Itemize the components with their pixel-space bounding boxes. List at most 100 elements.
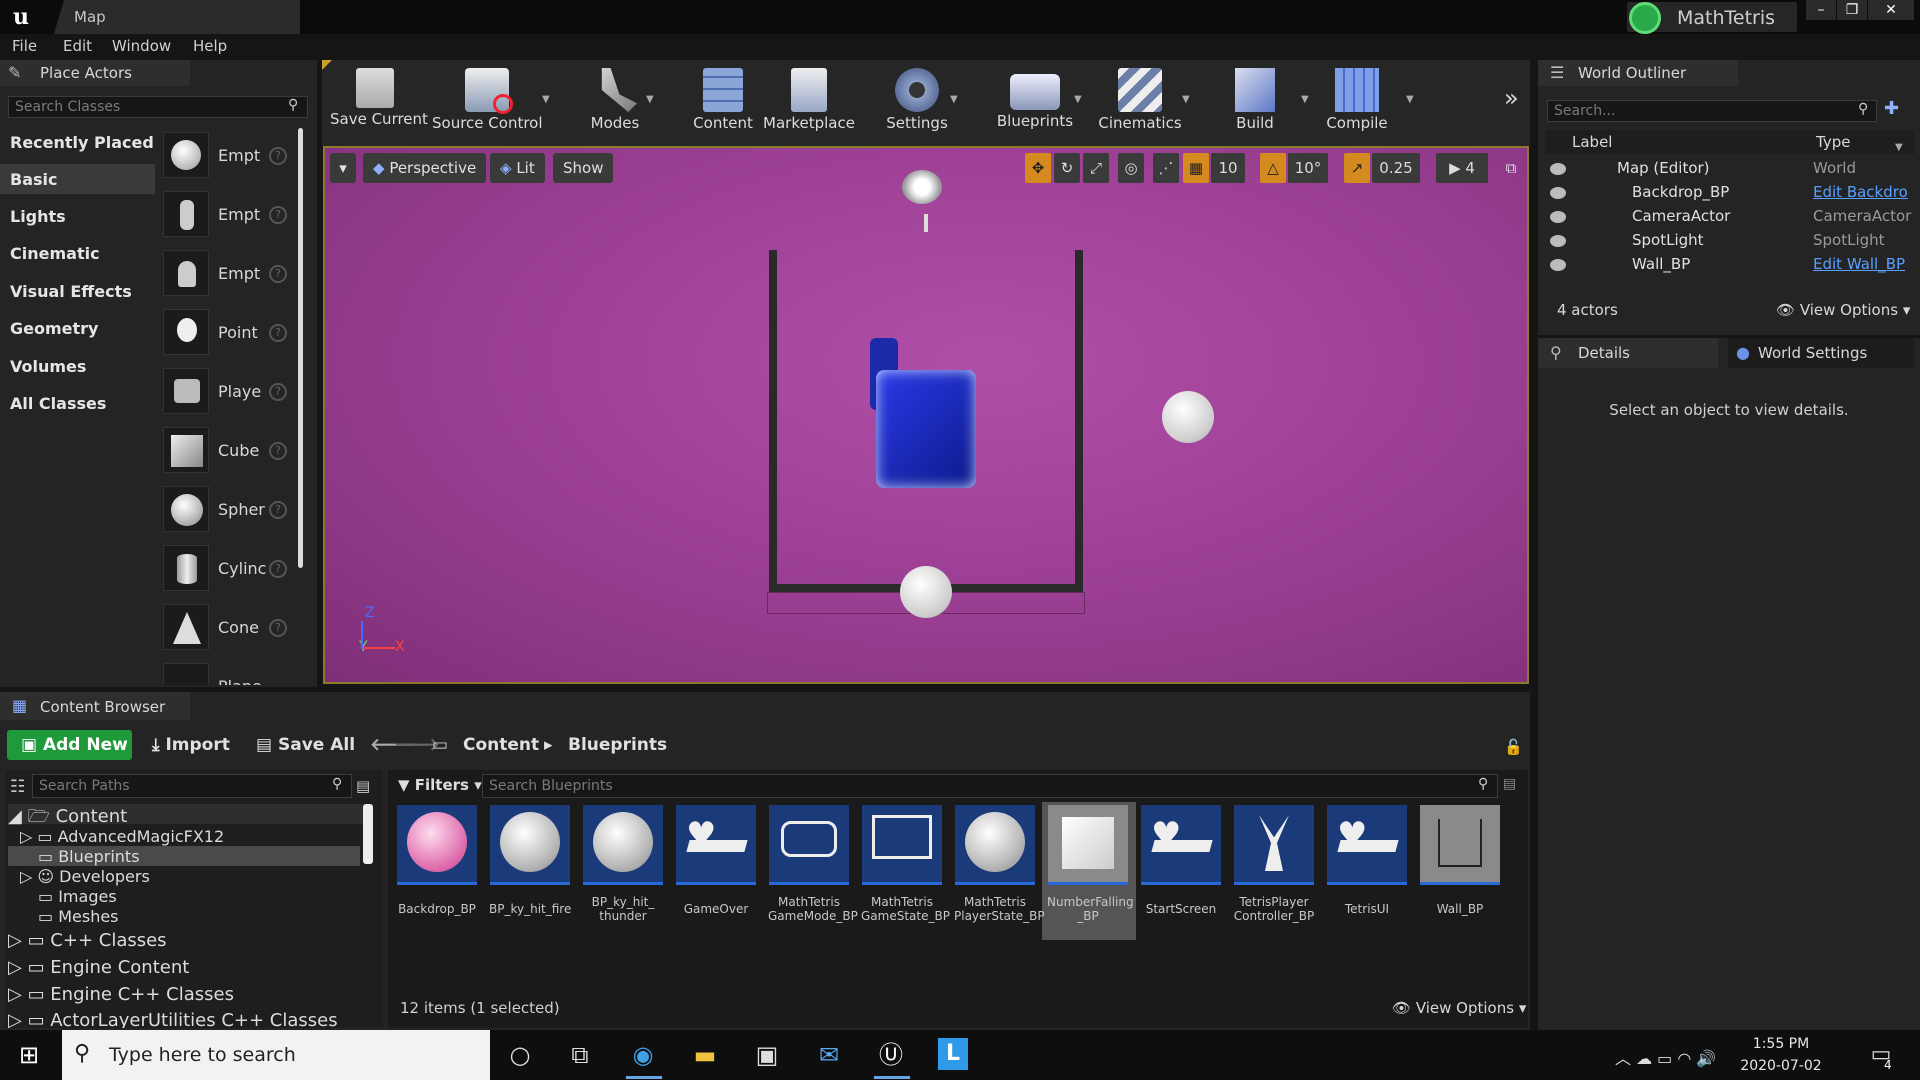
scale-snap-value[interactable]: 0.25 (1372, 153, 1420, 183)
taskbar-search-box[interactable]: ⚲ Type here to search (62, 1030, 490, 1080)
save-search-icon[interactable]: ▤ (1503, 776, 1516, 792)
tree-item[interactable]: ▭ Blueprints (38, 847, 140, 866)
tree-item[interactable]: ▭ Meshes (38, 907, 119, 926)
asset-tile[interactable]: MathTetris PlayerState_BP (954, 805, 1045, 937)
rotation-snap-value[interactable]: 10° (1288, 153, 1328, 183)
mail-icon[interactable]: ✉ (812, 1038, 846, 1072)
content-button[interactable]: Content (690, 64, 756, 144)
tree-item[interactable]: ▷ ▭ C++ Classes (8, 930, 167, 951)
maximize-button[interactable]: ❐ (1837, 0, 1867, 20)
menu-window[interactable]: Window (112, 37, 171, 55)
asset-tile[interactable]: BP_ky_hit_ thunder (582, 805, 664, 937)
search-classes-input[interactable]: Search Classes (8, 96, 308, 118)
scale-tool-icon[interactable]: ⤢ (1083, 153, 1109, 183)
grid-snap-icon[interactable]: ▦ (1183, 153, 1209, 183)
tree-item[interactable]: ▷ ▭ AdvancedMagicFX12 (20, 827, 224, 846)
asset-tile[interactable]: ♥ StartScreen (1140, 805, 1222, 937)
breadcrumb-content[interactable]: Content (463, 735, 539, 755)
category-volumes[interactable]: Volumes (10, 357, 86, 376)
settings-dropdown-icon[interactable]: ▼ (950, 94, 958, 105)
file-explorer-icon[interactable]: ▬ (688, 1038, 722, 1072)
world-outliner-tab[interactable]: ☰ World Outliner (1538, 60, 1738, 86)
edit-blueprint-link[interactable]: Edit Wall_BP (1813, 255, 1913, 273)
eye-icon[interactable] (1550, 187, 1566, 199)
outliner-row[interactable]: CameraActor CameraActor (1545, 207, 1915, 229)
asset-tile[interactable]: ♥ GameOver (675, 805, 757, 937)
world-settings-tab[interactable]: ● World Settings (1728, 338, 1914, 368)
help-icon[interactable]: ? (269, 206, 287, 224)
perspective-button[interactable]: ◆ Perspective (363, 153, 487, 183)
content-view-options[interactable]: 👁 View Options ▾ (1392, 999, 1526, 1017)
camera-speed[interactable]: ▶ 4 (1436, 153, 1488, 183)
search-paths-input[interactable]: Search Paths (32, 774, 352, 798)
save-all-button[interactable]: ▤ Save All (256, 735, 355, 755)
category-basic[interactable]: Basic (10, 170, 57, 189)
filters-button[interactable]: ▼ Filters ▾ (398, 776, 482, 794)
settings-button[interactable]: Settings (880, 64, 954, 144)
asset-tile[interactable]: Wall_BP (1419, 805, 1501, 937)
edge-icon[interactable]: ◉ (626, 1038, 660, 1072)
help-icon[interactable]: ? (269, 324, 287, 342)
column-label[interactable]: Label (1572, 133, 1612, 151)
compile-button[interactable]: Compile (1325, 64, 1389, 144)
help-icon[interactable]: ? (269, 265, 287, 283)
eye-icon[interactable] (1550, 259, 1566, 271)
actor-item-plane[interactable]: Plane (163, 663, 295, 685)
outliner-view-options[interactable]: 👁 View Options ▾ (1776, 301, 1910, 319)
build-dropdown-icon[interactable]: ▼ (1301, 94, 1309, 105)
help-icon[interactable]: ? (269, 442, 287, 460)
translate-tool-icon[interactable]: ✥ (1025, 153, 1051, 183)
actor-item-cube[interactable]: Cube? (163, 427, 295, 481)
source-control-button[interactable]: Source Control (432, 64, 543, 144)
project-badge[interactable]: MathTetris (1627, 2, 1797, 34)
help-icon[interactable]: ? (269, 147, 287, 165)
actor-item-sphere[interactable]: Spher? (163, 486, 295, 540)
settings-list-icon[interactable]: ▤ (356, 777, 370, 795)
lock-icon[interactable]: 🔓 (1504, 738, 1523, 756)
chevron-down-icon[interactable]: ▼ (1895, 142, 1903, 153)
source-control-dropdown-icon[interactable]: ▼ (542, 94, 550, 105)
world-local-icon[interactable]: ◎ (1118, 153, 1144, 183)
notifications-icon[interactable]: ▭ (1864, 1038, 1898, 1072)
eye-icon[interactable] (1550, 163, 1566, 175)
place-actors-scrollbar[interactable] (298, 128, 303, 568)
actor-item-empty-pawn[interactable]: Empt? (163, 250, 295, 304)
eye-icon[interactable] (1550, 235, 1566, 247)
actor-item-player-start[interactable]: Playe? (163, 368, 295, 422)
level-tab[interactable]: Map (54, 0, 300, 34)
tree-item[interactable]: ▷ ▭ Engine Content (8, 957, 189, 978)
asset-tile[interactable]: ♥ TetrisUI (1326, 805, 1408, 937)
store-icon[interactable]: ▣ (750, 1038, 784, 1072)
task-view-icon[interactable]: ⧉ (563, 1038, 597, 1072)
sources-icon[interactable]: ☷ (10, 777, 25, 797)
edit-blueprint-link[interactable]: Edit Backdro (1813, 183, 1913, 201)
outliner-row[interactable]: Backdrop_BP Edit Backdro (1545, 183, 1915, 205)
place-actors-tab[interactable]: ✎ Place Actors (0, 60, 190, 86)
compile-dropdown-icon[interactable]: ▼ (1406, 94, 1414, 105)
category-cinematic[interactable]: Cinematic (10, 244, 100, 263)
column-type[interactable]: Type (1816, 133, 1850, 151)
blueprints-dropdown-icon[interactable]: ▼ (1074, 94, 1082, 105)
category-geometry[interactable]: Geometry (10, 319, 98, 338)
system-tray-icons[interactable]: ︿ ☁ ▭ ◠ 🔊 (1615, 1045, 1716, 1069)
help-icon[interactable]: ? (269, 501, 287, 519)
marketplace-button[interactable]: Marketplace (762, 64, 856, 144)
eye-icon[interactable] (1550, 211, 1566, 223)
minimize-button[interactable]: – (1806, 0, 1836, 20)
toolbar-overflow-icon[interactable]: » (1504, 84, 1519, 112)
import-button[interactable]: ⤓ Import (152, 735, 230, 755)
details-tab[interactable]: ⚲ Details (1538, 338, 1718, 368)
asset-tile[interactable]: MathTetris GameMode_BP (768, 805, 858, 937)
unreal-taskbar-icon[interactable]: Ⓤ (874, 1038, 908, 1072)
maximize-viewport-icon[interactable]: ⧉ (1500, 153, 1522, 183)
clock-time[interactable]: 1:55 PM (1736, 1036, 1826, 1052)
launcher-taskbar-icon[interactable]: L (938, 1038, 968, 1070)
windows-start-icon[interactable]: ⊞ (12, 1038, 46, 1072)
viewport-options-dropdown[interactable]: ▾ (330, 153, 356, 183)
breadcrumb-blueprints[interactable]: Blueprints (568, 735, 667, 755)
cinematics-button[interactable]: Cinematics (1098, 64, 1182, 144)
add-new-button[interactable]: ▣ Add New ▾ (7, 730, 132, 785)
tree-item[interactable]: ▷ ▭ Engine C++ Classes (8, 984, 234, 1005)
rotate-tool-icon[interactable]: ↻ (1054, 153, 1080, 183)
cinematics-dropdown-icon[interactable]: ▼ (1182, 94, 1190, 105)
